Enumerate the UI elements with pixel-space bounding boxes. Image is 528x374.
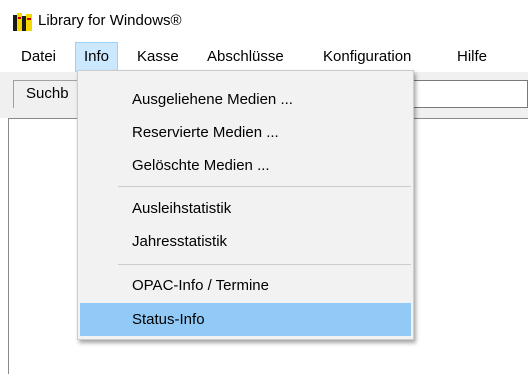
menu-item-opac-info[interactable]: OPAC-Info / Termine — [80, 269, 411, 302]
menu-item-jahresstatistik[interactable]: Jahresstatistik — [80, 225, 411, 258]
window-title: Library for Windows® — [38, 12, 182, 29]
search-input[interactable] — [410, 80, 528, 108]
menu-item-geloeschte-medien[interactable]: Gelöschte Medien ... — [80, 149, 411, 182]
menu-separator — [118, 186, 411, 187]
info-menu-dropdown: Ausgeliehene Medien ... Reservierte Medi… — [77, 70, 414, 340]
menu-separator — [118, 264, 411, 265]
menu-item-reservierte-medien[interactable]: Reservierte Medien ... — [80, 116, 411, 149]
menu-abschluesse[interactable]: Abschlüsse — [199, 42, 292, 72]
menu-konfiguration[interactable]: Konfiguration — [315, 42, 419, 72]
menu-datei[interactable]: Datei — [13, 42, 64, 72]
menu-item-ausgeliehene-medien[interactable]: Ausgeliehene Medien ... — [80, 83, 411, 116]
menu-info[interactable]: Info — [75, 42, 119, 72]
books-icon — [13, 13, 32, 31]
menu-hilfe[interactable]: Hilfe — [449, 42, 495, 72]
menu-item-ausleihstatistik[interactable]: Ausleihstatistik — [80, 192, 411, 225]
title-bar: Library for Windows® — [0, 0, 528, 40]
menu-kasse[interactable]: Kasse — [129, 42, 187, 72]
menu-bar: Datei Info Kasse Abschlüsse Konfiguratio… — [0, 42, 528, 72]
menu-item-status-info[interactable]: Status-Info — [80, 303, 411, 336]
